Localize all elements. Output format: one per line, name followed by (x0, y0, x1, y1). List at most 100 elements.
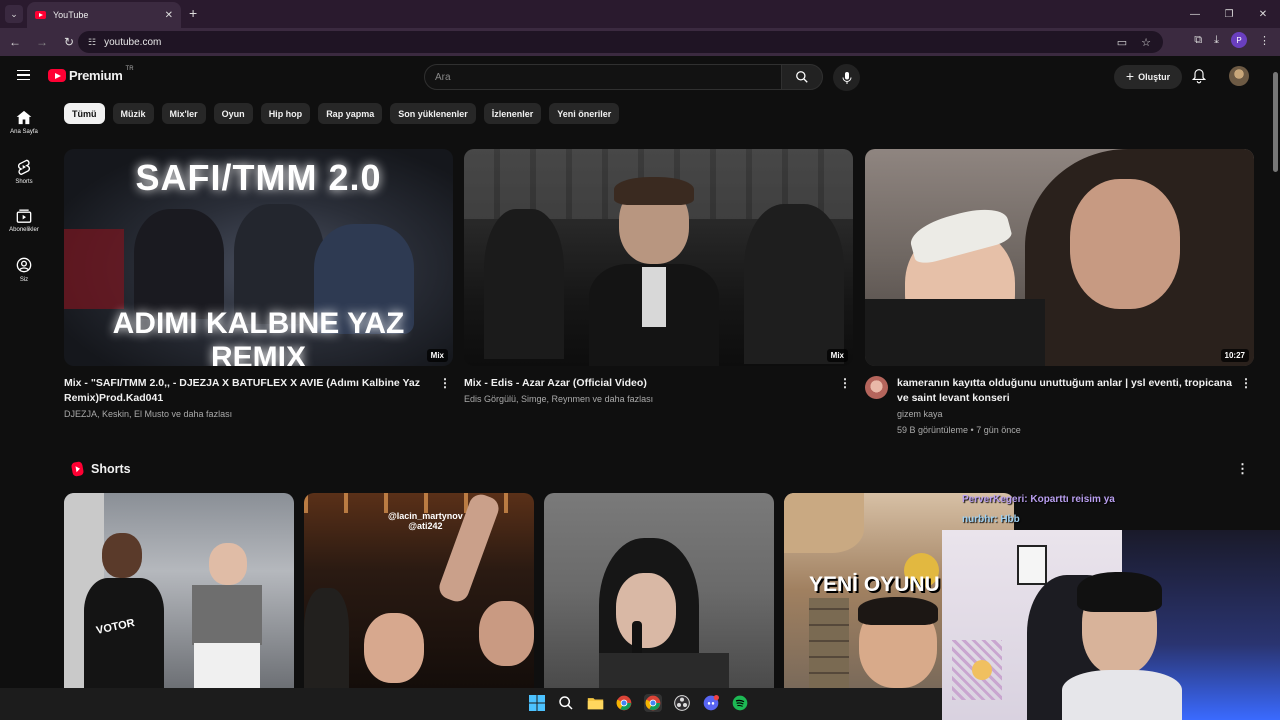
address-toolbar: ← → ↻ ☷ youtube.com ▭ ☆ ⧉ ⤓ P ⋮ (0, 28, 1280, 56)
video-stats: 59 B görüntüleme • 7 gün önce (897, 425, 1021, 435)
spotify-icon[interactable] (731, 694, 749, 712)
browser-menu-icon[interactable]: ⋮ (1259, 34, 1270, 47)
video-title[interactable]: kameranın kayıtta olduğunu unuttuğum anl… (897, 376, 1254, 406)
extensions-icon[interactable]: ⧉ (1194, 34, 1202, 47)
search-icon (796, 71, 808, 83)
voice-search-button[interactable] (833, 64, 860, 91)
short-card[interactable]: @lacin_martynov @ati242 (304, 493, 534, 688)
tab-title: YouTube (53, 10, 89, 20)
chip-hip-hop[interactable]: Hip hop (260, 103, 311, 124)
close-window-button[interactable]: ✕ (1246, 0, 1280, 28)
video-thumbnail[interactable]: SAFI/TMM 2.0 ADIMI KALBINE YAZ REMIX Mix (64, 149, 453, 366)
sidebar-item-shorts[interactable]: Shorts (0, 147, 48, 196)
download-icon[interactable]: ⤓ (1214, 34, 1219, 47)
channel-name[interactable]: gizem kaya (897, 407, 1254, 422)
restore-button[interactable]: ❐ (1212, 0, 1246, 28)
shorts-more-options-icon[interactable]: ⋮ (1236, 461, 1249, 477)
chip-watched[interactable]: İzlenenler (483, 103, 542, 124)
file-explorer-icon[interactable] (586, 694, 604, 712)
short-card[interactable]: VOTOR (64, 493, 294, 688)
short-overlay-text: @lacin_martynov @ati242 (388, 511, 463, 531)
youtube-favicon-icon (35, 11, 46, 19)
forward-button[interactable]: → (30, 35, 54, 49)
mini-guide-sidebar: Ana Sayfa Shorts Abonelikler Siz (0, 98, 48, 294)
browser-tab[interactable]: YouTube ✕ (27, 2, 181, 28)
video-title[interactable]: Mix - "SAFI/TMM 2.0,, - DJEZJA X BATUFLE… (64, 376, 453, 406)
url-text: youtube.com (104, 36, 162, 48)
chip-new-to-you[interactable]: Yeni öneriler (549, 103, 620, 124)
video-thumbnail[interactable]: 10:27 (865, 149, 1254, 366)
window-controls: — ❐ ✕ (1178, 0, 1280, 28)
cast-icon[interactable]: ▭ (1117, 36, 1127, 49)
short-card[interactable] (544, 493, 774, 688)
notifications-button[interactable] (1191, 68, 1207, 89)
site-info-icon[interactable]: ☷ (88, 37, 96, 48)
youtube-premium-logo[interactable]: Premium TR (48, 66, 134, 83)
more-options-icon[interactable]: ⋮ (1240, 376, 1252, 390)
chip-music[interactable]: Müzik (112, 103, 154, 124)
browser-tab-bar: ⌄ YouTube ✕ + — ❐ ✕ (0, 0, 1280, 28)
hamburger-menu-icon[interactable] (17, 70, 30, 80)
video-card[interactable]: SAFI/TMM 2.0 ADIMI KALBINE YAZ REMIX Mix… (64, 149, 453, 422)
webcam-overlay (942, 530, 1280, 720)
video-card[interactable]: 10:27 kameranın kayıtta olduğunu unuttuğ… (865, 149, 1254, 438)
create-button[interactable]: + Oluştur (1114, 65, 1182, 89)
shorts-logo-icon (70, 461, 85, 477)
windows-start-icon[interactable] (528, 694, 546, 712)
youtube-header: Premium TR + Oluştur (0, 56, 1280, 98)
logo-text: Premium (69, 68, 123, 83)
sidebar-item-home[interactable]: Ana Sayfa (0, 98, 48, 147)
video-thumbnail[interactable]: Mix (464, 149, 853, 366)
tab-search-button[interactable]: ⌄ (5, 5, 23, 23)
thumbnail-title-text: SAFI/TMM 2.0 (135, 157, 382, 198)
tab-close-icon[interactable]: ✕ (165, 10, 173, 21)
windows-taskbar (0, 688, 942, 720)
search-box (424, 64, 782, 90)
channel-avatar[interactable] (865, 376, 888, 399)
sidebar-item-you[interactable]: Siz (0, 245, 48, 294)
plus-icon: + (1125, 68, 1135, 84)
video-title[interactable]: Mix - Edis - Azar Azar (Official Video) (464, 376, 853, 391)
sidebar-item-label: Abonelikler (9, 227, 39, 233)
filter-chips: Tümü Müzik Mix'ler Oyun Hip hop Rap yapm… (64, 103, 620, 124)
chip-all[interactable]: Tümü (64, 103, 105, 124)
discord-icon[interactable] (702, 694, 720, 712)
chrome-icon[interactable] (615, 694, 633, 712)
more-options-icon[interactable]: ⋮ (839, 376, 851, 390)
sidebar-item-label: Siz (19, 276, 29, 283)
search-icon[interactable] (557, 694, 575, 712)
url-bar[interactable]: ☷ youtube.com ▭ ☆ (78, 31, 1163, 53)
chip-rapping[interactable]: Rap yapma (318, 103, 383, 124)
video-channels: Edis Görgülü, Simge, Reynmen ve daha faz… (464, 394, 654, 404)
home-icon (16, 110, 32, 125)
search-button[interactable] (781, 64, 823, 90)
new-tab-button[interactable]: + (189, 5, 197, 21)
back-button[interactable]: ← (3, 35, 27, 49)
minimize-button[interactable]: — (1178, 0, 1212, 28)
more-options-icon[interactable]: ⋮ (439, 376, 451, 390)
user-avatar[interactable] (1229, 66, 1249, 86)
chip-recently-uploaded[interactable]: Son yüklenenler (390, 103, 476, 124)
bell-icon (1191, 69, 1207, 84)
sidebar-item-label: Ana Sayfa (10, 129, 38, 135)
scrollbar-thumb[interactable] (1273, 72, 1278, 172)
microphone-icon (842, 71, 851, 84)
shorts-icon (18, 159, 30, 175)
chip-gaming[interactable]: Oyun (213, 103, 253, 124)
mix-badge: Mix (826, 349, 848, 362)
shorts-title: Shorts (91, 462, 131, 476)
chip-mixes[interactable]: Mix'ler (161, 103, 206, 124)
duration-badge: 10:27 (1220, 349, 1249, 362)
sidebar-item-label: Shorts (15, 178, 33, 185)
search-input[interactable] (435, 71, 781, 83)
stream-chat-line: PerverKegeri: Koparttı reisim ya (962, 494, 1115, 505)
profile-avatar[interactable]: P (1231, 32, 1247, 48)
create-label: Oluştur (1138, 72, 1171, 82)
bookmark-star-icon[interactable]: ☆ (1141, 36, 1151, 49)
short-overlay-text: YENİ OYUNU (809, 573, 940, 596)
sidebar-item-subscriptions[interactable]: Abonelikler (0, 196, 48, 245)
video-card[interactable]: Mix Mix - Edis - Azar Azar (Official Vid… (464, 149, 853, 407)
obs-icon[interactable] (673, 694, 691, 712)
chrome-profile-icon[interactable] (644, 694, 662, 712)
thumbnail-subtitle-text: ADIMI KALBINE YAZ REMIX (112, 307, 405, 366)
